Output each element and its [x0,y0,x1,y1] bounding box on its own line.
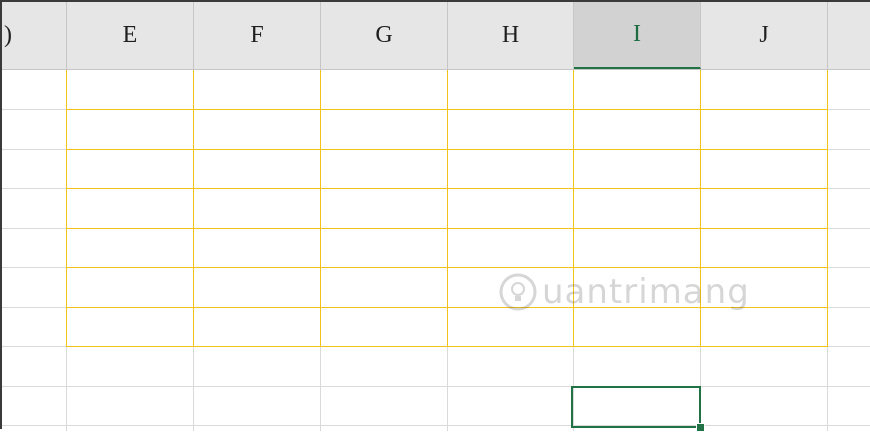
column-header-f[interactable]: F [194,2,321,69]
table-border-horizontal [66,267,828,268]
table-border-horizontal [66,346,828,347]
watermark-text: uantrimang [542,272,750,312]
column-label: F [250,22,264,48]
table-border-vertical [193,70,194,347]
table-border-horizontal [66,188,828,189]
gridline-horizontal [2,425,870,426]
gridline-horizontal [2,386,870,387]
active-cell-selection[interactable] [571,386,701,428]
column-label: J [759,22,769,48]
column-header-h[interactable]: H [448,2,574,69]
table-border-horizontal [66,109,828,110]
table-border-vertical [66,70,67,347]
spreadsheet-window: ) E F G H I J uantrimang [0,0,870,432]
column-label: H [501,22,520,48]
column-label: G [375,22,393,48]
column-label: ) [4,22,12,48]
table-border-vertical [320,70,321,347]
fill-handle[interactable] [696,423,705,432]
column-header-i[interactable]: I [574,2,701,69]
column-header-k[interactable] [828,2,870,69]
table-border-vertical [447,70,448,347]
column-header-d[interactable]: ) [2,2,67,69]
column-label: I [633,21,641,47]
table-border-vertical [827,70,828,347]
column-label: E [122,22,138,48]
column-header-e[interactable]: E [67,2,194,69]
table-border-horizontal [66,149,828,150]
column-header-row: ) E F G H I J [2,2,870,70]
column-header-j[interactable]: J [701,2,828,69]
watermark: uantrimang [498,272,750,312]
table-border-horizontal [66,228,828,229]
column-header-g[interactable]: G [321,2,448,69]
lightbulb-logo-icon [499,273,537,311]
